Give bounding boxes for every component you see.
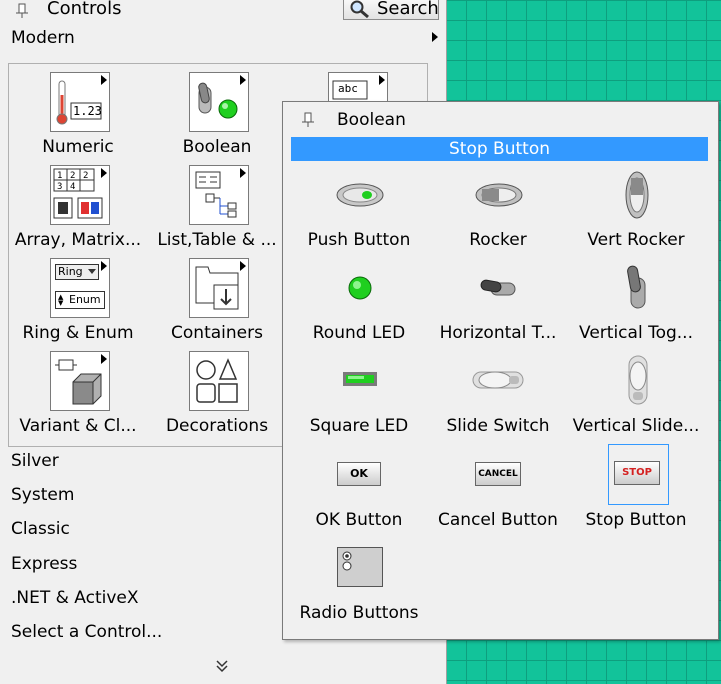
pin-icon[interactable] <box>300 111 316 127</box>
array-matrix-tile[interactable]: 1 2 2 3 4 <box>50 165 110 225</box>
svg-text:4: 4 <box>70 182 75 192</box>
tile-label: Variant & Cl... <box>19 416 137 436</box>
control-label: OK Button <box>315 510 403 530</box>
svg-text:1: 1 <box>57 171 62 181</box>
svg-text:2: 2 <box>70 171 75 181</box>
radio-buttons-control[interactable] <box>337 547 383 587</box>
category-dotnet-activex[interactable]: .NET & ActiveX <box>11 588 139 608</box>
subpalette-arrow-icon <box>240 261 246 271</box>
pin-icon[interactable] <box>14 2 30 18</box>
cancel-glyph: CANCEL <box>478 469 518 479</box>
tile-label: List,Table & ... <box>157 230 277 250</box>
category-system[interactable]: System <box>11 485 74 505</box>
tile-label: Ring & Enum <box>22 323 134 343</box>
decorations-tile[interactable] <box>189 351 249 411</box>
submenu-arrow-icon <box>432 32 438 42</box>
expand-more-icon[interactable] <box>215 659 229 673</box>
tile-label: Containers <box>171 323 263 343</box>
enum-glyph-box: ▲ ▼ Enum <box>55 291 105 309</box>
control-label: Vertical Slide... <box>572 416 700 436</box>
category-modern[interactable]: Modern <box>11 28 75 48</box>
numeric-glyph: 1.23 <box>73 104 102 118</box>
palette-title: Controls <box>47 0 122 19</box>
subpalette-arrow-icon <box>101 354 107 364</box>
subpalette-arrow-icon <box>240 75 246 85</box>
control-label: Stop Button <box>585 510 687 530</box>
tile-label: Decorations <box>165 416 269 436</box>
tile-label: Numeric <box>42 137 114 157</box>
stop-glyph: STOP <box>622 467 652 478</box>
subpalette-arrow-icon <box>240 168 246 178</box>
boolean-tile[interactable] <box>189 72 249 132</box>
radio-icon <box>342 551 352 571</box>
enum-glyph: Enum <box>69 293 101 306</box>
subpalette-arrow-icon <box>101 75 107 85</box>
rocker-control[interactable] <box>474 180 524 210</box>
control-label: Cancel Button <box>438 510 558 530</box>
control-label: Horizontal T... <box>439 323 557 343</box>
dropdown-icon <box>88 269 96 274</box>
vertical-toggle-control[interactable] <box>623 264 653 312</box>
spinner-icon: ▲ ▼ <box>58 293 64 307</box>
abc-glyph: abc <box>338 82 358 95</box>
svg-text:3: 3 <box>57 182 62 192</box>
list-table-tile[interactable] <box>189 165 249 225</box>
containers-tile[interactable] <box>189 258 249 318</box>
search-label: Search <box>377 0 439 19</box>
variant-class-tile[interactable] <box>50 351 110 411</box>
svg-text:2: 2 <box>83 171 88 181</box>
boolean-subpalette: Boolean Stop Button Push Button Rocker V… <box>282 101 719 640</box>
ring-enum-tile[interactable]: Ring ▲ ▼ Enum <box>50 258 110 318</box>
tile-label: Boolean <box>182 137 252 157</box>
magnifier-icon <box>350 0 369 19</box>
control-label: Vertical Tog... <box>579 323 693 343</box>
cancel-button-control[interactable]: CANCEL <box>475 462 521 486</box>
numeric-tile[interactable]: 1.23 <box>50 72 110 132</box>
horizontal-toggle-control[interactable] <box>479 278 519 302</box>
category-select-a-control[interactable]: Select a Control... <box>11 622 162 642</box>
control-label: Square LED <box>309 416 409 436</box>
slide-switch-control[interactable] <box>471 368 525 392</box>
subpalette-arrow-icon <box>101 168 107 178</box>
category-silver[interactable]: Silver <box>11 451 59 471</box>
round-led-control[interactable] <box>347 275 373 301</box>
subpalette-title: Boolean <box>337 110 406 130</box>
ok-glyph: OK <box>350 467 368 480</box>
control-label: Slide Switch <box>446 416 550 436</box>
shapes-icon <box>196 358 238 403</box>
control-label: Push Button <box>307 230 411 250</box>
stop-button-control[interactable]: STOP <box>614 461 660 485</box>
category-classic[interactable]: Classic <box>11 519 70 539</box>
category-express[interactable]: Express <box>11 554 77 574</box>
square-led-control[interactable] <box>342 371 378 387</box>
ring-glyph: Ring <box>58 265 83 278</box>
control-label: Round LED <box>312 323 406 343</box>
push-button-control[interactable] <box>335 180 385 210</box>
ok-button-control[interactable]: OK <box>337 462 381 486</box>
hover-tooltip: Stop Button <box>291 137 708 161</box>
tile-label: Array, Matrix... <box>14 230 142 250</box>
subpalette-arrow-icon <box>101 261 107 271</box>
vert-rocker-control[interactable] <box>622 170 652 220</box>
subpalette-arrow-icon <box>379 75 385 85</box>
vertical-slide-control[interactable] <box>625 354 651 406</box>
palette-titlebar: Controls Search <box>0 0 446 22</box>
control-label: Rocker <box>469 230 527 250</box>
control-label: Vert Rocker <box>587 230 685 250</box>
ring-glyph-box: Ring <box>55 264 99 280</box>
control-label: Radio Buttons <box>299 603 419 623</box>
search-button[interactable]: Search <box>343 0 439 20</box>
